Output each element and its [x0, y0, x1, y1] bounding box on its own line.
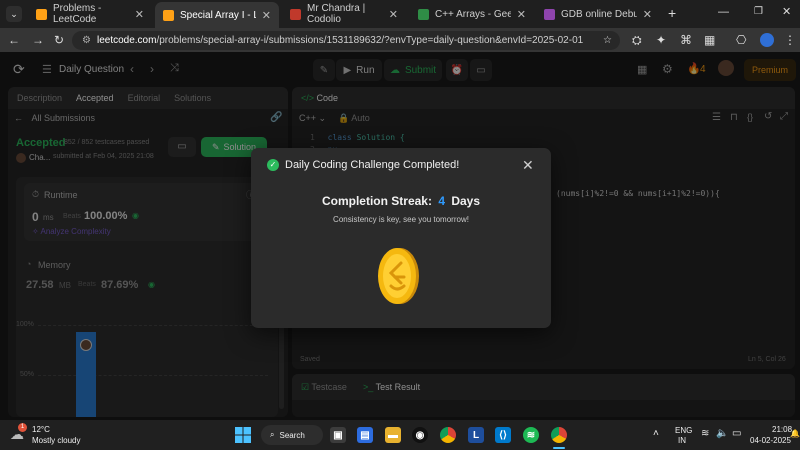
tab-special-array[interactable]: Special Array I - LeetCode ✕	[155, 2, 279, 28]
task-view-icon[interactable]: ▣	[330, 427, 346, 443]
chrome-active-icon[interactable]	[551, 427, 567, 443]
browser-address-bar: ← → ↻ ⚙ leetcode.com /problems/special-a…	[0, 28, 800, 52]
wifi-icon[interactable]: ≋	[701, 428, 709, 439]
tab-problems[interactable]: Problems - LeetCode ✕	[28, 3, 152, 25]
bookmark-star-icon[interactable]: ☆	[603, 35, 612, 46]
leetcode-favicon-icon	[163, 9, 174, 21]
challenge-completed-modal: ✓ Daily Coding Challenge Completed! ✕ Co…	[251, 148, 551, 328]
tab-label: GDB online Debugger | C	[561, 8, 637, 20]
extensions-puzzle-icon[interactable]: ▦	[704, 33, 715, 47]
spotify-icon[interactable]: ≋	[523, 427, 539, 443]
search-label: Search	[279, 430, 305, 440]
browser-tab-bar: ⌄ Problems - LeetCode ✕ Special Array I …	[0, 0, 800, 28]
url-path: /problems/special-array-i/submissions/15…	[156, 35, 584, 46]
search-icon: ⌕	[270, 430, 275, 439]
modal-subtitle: Consistency is key, see you tomorrow!	[333, 215, 469, 224]
streak-label: Completion Streak:	[321, 194, 432, 208]
chrome-icon[interactable]	[440, 427, 456, 443]
taskbar-search[interactable]: ⌕ Search	[261, 425, 323, 445]
github-icon[interactable]: ◉	[412, 427, 428, 443]
gold-coin-icon	[377, 247, 419, 305]
extension-icon[interactable]: ✦	[656, 33, 666, 47]
weather-temperature[interactable]: 12°C	[32, 425, 50, 434]
streak-unit: Days	[451, 194, 481, 208]
tab-codolio[interactable]: Mr Chandra | Codolio ✕	[282, 3, 406, 25]
streak-number: 4	[438, 194, 445, 208]
modal-title: Daily Coding Challenge Completed!	[285, 159, 460, 171]
translate-icon[interactable]: ⌘	[680, 33, 692, 47]
profile-avatar[interactable]	[760, 33, 774, 47]
minimize-window-button[interactable]: —	[718, 6, 729, 18]
new-tab-button[interactable]: +	[668, 5, 676, 21]
language-primary[interactable]: ENG	[675, 426, 692, 435]
forward-arrow-icon[interactable]: →	[32, 33, 44, 47]
file-explorer-icon[interactable]: ▬	[385, 427, 401, 443]
close-icon[interactable]: ✕	[522, 157, 534, 174]
tab-search-button[interactable]: ⌄	[6, 6, 22, 22]
menu-dots-icon[interactable]: ⋮	[784, 33, 796, 47]
gdb-favicon-icon	[544, 8, 555, 20]
back-arrow-icon[interactable]: ←	[8, 33, 20, 47]
widgets-icon[interactable]: ▤	[357, 427, 373, 443]
battery-icon[interactable]: ▭	[732, 428, 741, 439]
gfg-favicon-icon	[418, 8, 429, 20]
windows-taskbar: ☁ 1 12°C Mostly cloudy ⌕ Search ▣ ▤ ▬ ◉ …	[0, 420, 800, 450]
weather-condition[interactable]: Mostly cloudy	[32, 436, 80, 445]
chevron-up-icon[interactable]: ˄	[653, 428, 659, 439]
codolio-favicon-icon	[290, 8, 301, 20]
leetcode-favicon-icon	[36, 8, 47, 20]
sidebar-icon[interactable]: ⎔	[736, 33, 746, 47]
url-field[interactable]: ⚙ leetcode.com /problems/special-array-i…	[72, 31, 620, 50]
notifications-bell-icon[interactable]: 🔔	[790, 429, 800, 438]
tab-label: Problems - LeetCode	[53, 3, 102, 25]
volume-icon[interactable]: 🔈	[716, 428, 728, 439]
language-secondary[interactable]: IN	[678, 436, 686, 445]
close-tab-icon[interactable]: ✕	[389, 8, 398, 21]
tab-label: C++ Arrays - GeeksforGe	[435, 8, 511, 20]
vscode-icon[interactable]: ⟨⟩	[495, 427, 511, 443]
url-domain: leetcode.com	[96, 35, 157, 46]
clock-date[interactable]: 04-02-2025	[750, 436, 791, 445]
check-circle-icon: ✓	[267, 159, 279, 171]
windows-start-icon[interactable]	[235, 427, 251, 443]
tab-label: Special Array I - LeetCode	[180, 9, 256, 21]
close-window-button[interactable]: ✕	[782, 5, 791, 18]
close-tab-icon[interactable]: ✕	[517, 8, 526, 21]
active-app-indicator	[553, 447, 565, 449]
tab-label: Mr Chandra | Codolio	[307, 3, 366, 25]
reload-icon[interactable]: ↻	[54, 33, 64, 47]
extension-icon[interactable]: ⛭	[632, 33, 642, 48]
notification-badge: 1	[18, 423, 27, 432]
close-tab-icon[interactable]: ✕	[262, 9, 271, 22]
restore-window-button[interactable]: ❐	[754, 6, 763, 17]
tab-gdb[interactable]: GDB online Debugger | C ✕	[536, 4, 660, 24]
app-l-icon[interactable]: L	[468, 427, 484, 443]
streak-line: Completion Streak: 4 Days	[251, 194, 551, 208]
site-info-icon[interactable]: ⚙	[82, 35, 91, 46]
close-tab-icon[interactable]: ✕	[643, 8, 652, 21]
tab-geeksforgeeks[interactable]: C++ Arrays - GeeksforGe ✕	[410, 4, 534, 24]
close-tab-icon[interactable]: ✕	[135, 8, 144, 21]
